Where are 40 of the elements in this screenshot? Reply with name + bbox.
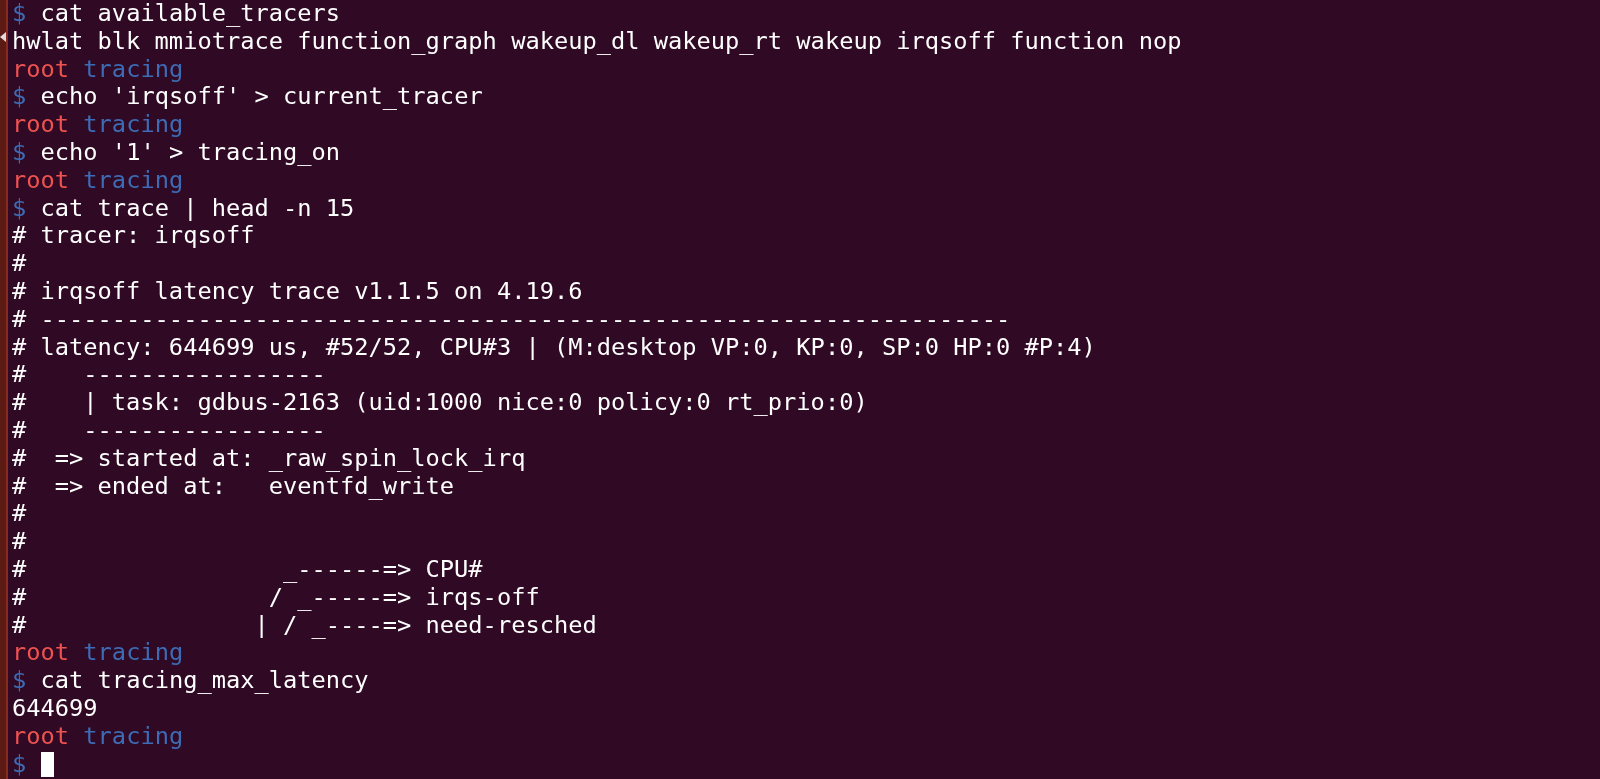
output-line: # ----------------- [12, 361, 326, 390]
output-line: # | task: gdbus-2163 (uid:1000 nice:0 policy:0 rt_prio:0) [12, 389, 868, 417]
output-line: # / _-----=> irqs-off [12, 583, 540, 612]
prompt-directory: tracing [83, 639, 184, 668]
command-text: cat available_tracers [40, 0, 341, 28]
prompt-directory: tracing [83, 722, 184, 751]
output-line: # [12, 528, 27, 556]
text-cursor [40, 751, 54, 777]
output-line: # => started at: _raw_spin_lock_irq [12, 444, 526, 473]
prompt-directory: tracing [83, 166, 184, 195]
output-line: # ----------------- [12, 416, 326, 445]
command-text: cat tracing_max_latency [40, 667, 369, 695]
output-line: # tracer: irqsoff [12, 222, 255, 251]
prompt-directory: tracing [83, 55, 184, 84]
prompt-user: root [12, 639, 70, 668]
output-line: 644699 [12, 694, 98, 723]
command-text: cat trace | head -n 15 [40, 194, 355, 223]
output-line: # | / _----=> need-resched [12, 611, 597, 640]
prompt-symbol: $ [12, 750, 27, 779]
prompt-directory: tracing [83, 111, 184, 139]
output-line: # latency: 644699 us, #52/52, CPU#3 | (M:desktop VP:0, KP:0, SP:0 HP:0 #P:4) [12, 333, 1096, 362]
output-line: hwlat blk mmiotrace function_graph wakeup_dl wakeup_rt wakeup irqsoff function nop [12, 27, 1182, 56]
prompt-symbol: $ [12, 667, 27, 695]
prompt-symbol: $ [12, 0, 27, 28]
output-line: # => ended at: eventfd_write [12, 472, 455, 501]
prompt-symbol: $ [12, 139, 27, 167]
prompt-user: root [12, 166, 70, 195]
output-line: # [12, 250, 27, 278]
output-line: # irqsoff latency trace v1.1.5 on 4.19.6 [12, 277, 583, 306]
output-line: # -------------------------------------------------------------------- [12, 305, 1011, 334]
output-line: # [12, 500, 27, 529]
command-text: echo '1' > tracing_on [40, 139, 341, 167]
prompt-user: root [12, 111, 70, 139]
prompt-user: root [12, 55, 70, 84]
command-text: echo 'irqsoff' > current_tracer [40, 83, 483, 112]
prompt-user: root [12, 722, 70, 751]
triangle-icon [0, 32, 6, 42]
prompt-symbol: $ [12, 194, 27, 223]
prompt-symbol: $ [12, 83, 27, 112]
output-line: # _------=> CPU# [12, 555, 483, 584]
